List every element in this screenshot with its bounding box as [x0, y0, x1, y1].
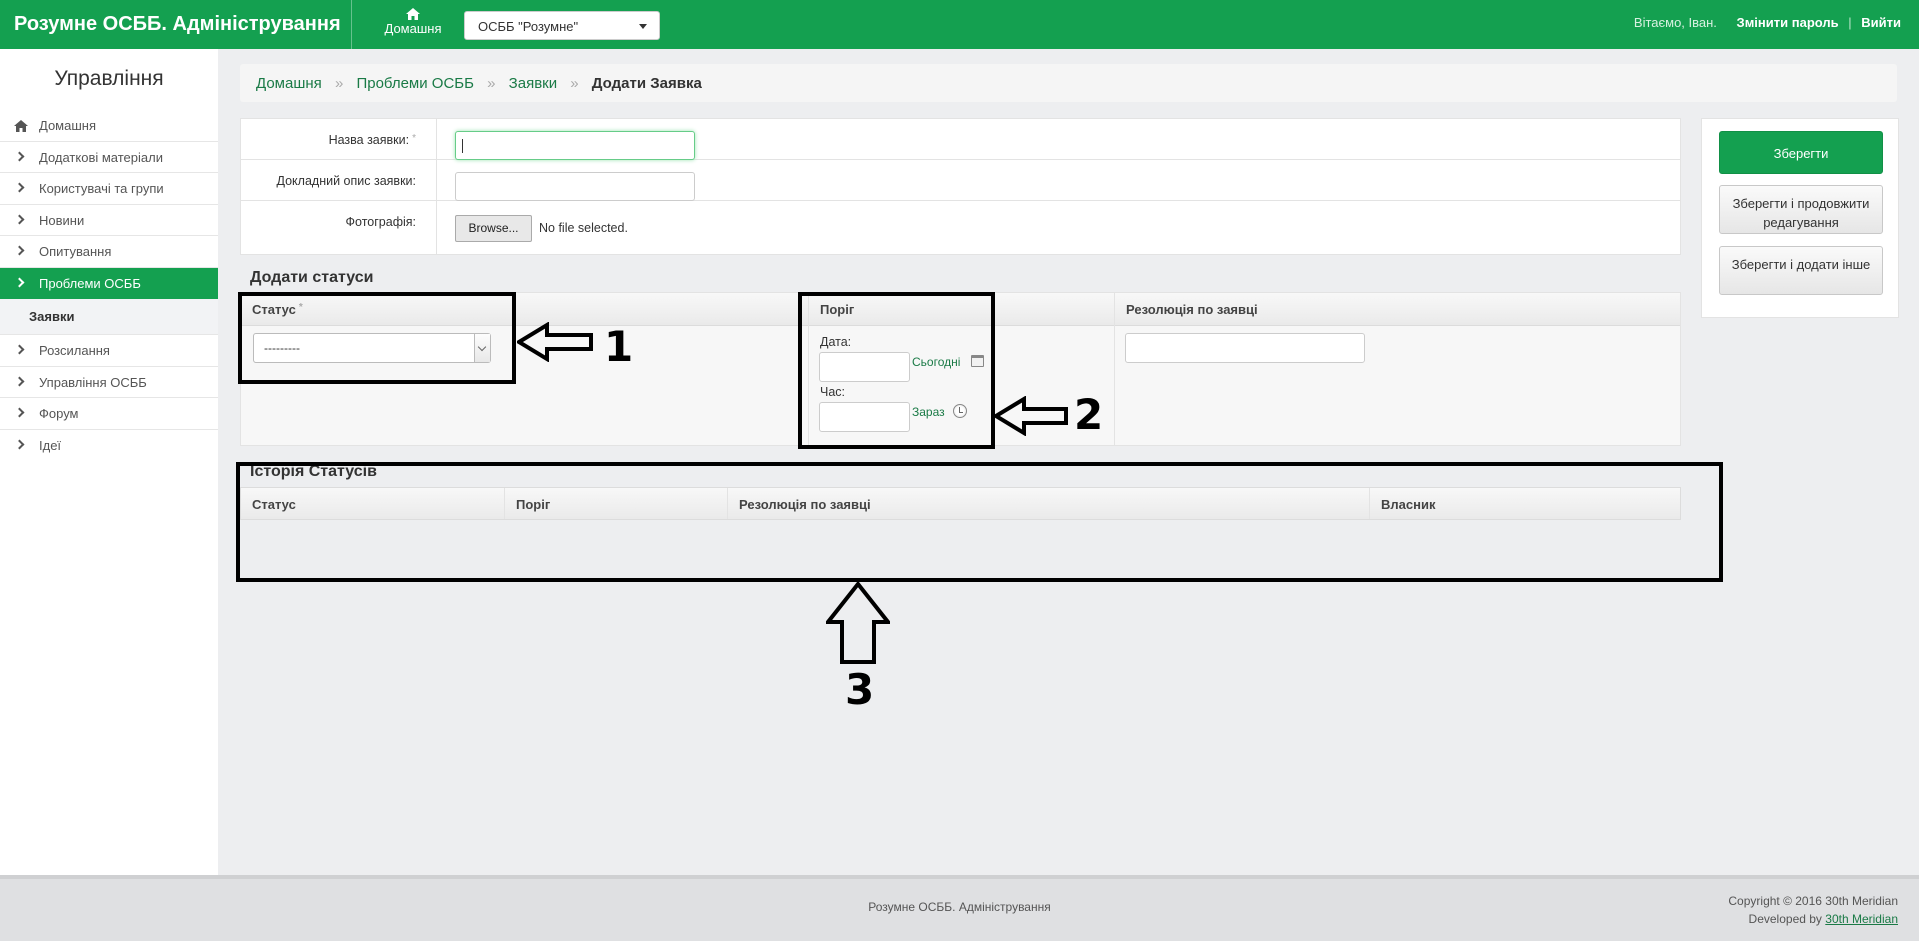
footer: Розумне ОСББ. Адміністрування Copyright …: [0, 875, 1919, 941]
home-icon: [406, 8, 420, 20]
sidebar-item-home[interactable]: Домашня: [0, 110, 218, 142]
actions-panel: Зберегти Зберегти і продовжити редагуван…: [1701, 118, 1899, 318]
sidebar-item-materials[interactable]: Додаткові матеріали: [0, 142, 218, 173]
chevron-right-icon: [14, 182, 25, 193]
sidebar-item-osbb-management[interactable]: Управління ОСББ: [0, 367, 218, 398]
title-input[interactable]: [455, 131, 695, 160]
chevron-right-icon: [14, 439, 25, 449]
annotation-number-1: 1: [604, 322, 634, 371]
annotation-box-3: [236, 462, 1723, 582]
copyright-text: Copyright © 2016 30th Meridian: [1728, 894, 1898, 908]
footer-title: Розумне ОСББ. Адміністрування: [868, 900, 1051, 914]
sidebar-subitem-requests[interactable]: Заявки: [0, 299, 218, 335]
sidebar-item-label: Ідеї: [39, 437, 62, 453]
sidebar-item-users-groups[interactable]: Користувачі та групи: [0, 173, 218, 205]
col-resolution: Резолюція по заявці: [1126, 302, 1258, 317]
caret-down-icon: [639, 24, 647, 29]
add-statuses-title: Додати статуси: [250, 269, 374, 286]
arrow-left-icon: [517, 322, 593, 362]
chevron-right-icon: [14, 151, 25, 161]
header-home-link[interactable]: Домашня: [380, 8, 446, 36]
sidebar-item-polls[interactable]: Опитування: [0, 236, 218, 268]
sidebar-item-label: Розсилання: [39, 343, 110, 358]
browse-button[interactable]: Browse...: [455, 215, 532, 242]
description-input[interactable]: [455, 172, 695, 201]
osbb-dropdown-value: ОСББ "Розумне": [478, 19, 579, 34]
breadcrumb-separator: »: [334, 75, 344, 92]
home-icon: [14, 120, 28, 132]
chevron-right-icon: [14, 344, 25, 355]
breadcrumb-home[interactable]: Домашня: [256, 75, 322, 92]
chevron-right-icon: [14, 277, 25, 287]
request-form: Назва заявки: * Докладний опис заявки: Фо…: [240, 118, 1681, 255]
brand-title[interactable]: Розумне ОСББ. Адміністрування: [14, 13, 341, 36]
chevron-right-icon: [14, 245, 25, 256]
developed-by-line: Developed by 30th Meridian: [1728, 910, 1898, 928]
title-label: Назва заявки: *: [241, 133, 416, 147]
sidebar-item-mailing[interactable]: Розсилання: [0, 335, 218, 367]
sidebar: Управління Домашня Додаткові матеріали К…: [0, 49, 218, 875]
logout-link[interactable]: Вийти: [1861, 15, 1901, 30]
description-label: Докладний опис заявки:: [276, 174, 417, 188]
chevron-right-icon: [14, 407, 25, 418]
user-tools: Вітаємо, Іван. Змінити пароль | Вийти: [1634, 15, 1901, 30]
sidebar-item-label: Опитування: [39, 244, 112, 259]
sidebar-title: Управління: [54, 67, 164, 90]
header-home-label: Домашня: [384, 21, 442, 36]
breadcrumb-problems[interactable]: Проблеми ОСББ: [356, 75, 474, 92]
save-button[interactable]: Зберегти: [1719, 131, 1883, 174]
annotation-number-3: 3: [845, 665, 875, 714]
sidebar-item-forum[interactable]: Форум: [0, 398, 218, 430]
osbb-dropdown[interactable]: ОСББ "Розумне": [464, 11, 660, 40]
save-continue-button[interactable]: Зберегти і продовжити редагування: [1719, 185, 1883, 234]
arrow-left-icon: [994, 396, 1068, 436]
sidebar-item-label: Новини: [39, 212, 85, 228]
column-divider: [1114, 293, 1115, 445]
breadcrumb-separator: »: [570, 75, 579, 92]
annotation-number-2: 2: [1074, 390, 1104, 439]
sidebar-item-label: Форум: [39, 406, 79, 421]
annotation-box-1: [238, 292, 516, 384]
sidebar-item-label: Додаткові матеріали: [39, 149, 163, 165]
annotation-box-2: [798, 292, 995, 449]
chevron-right-icon: [14, 376, 25, 386]
welcome-text: Вітаємо, Іван.: [1633, 15, 1717, 30]
breadcrumb-separator: »: [487, 75, 496, 92]
sidebar-item-problems[interactable]: Проблеми ОСББ: [0, 267, 218, 299]
resolution-input[interactable]: [1125, 333, 1365, 363]
footer-credits: Copyright © 2016 30th Meridian Developed…: [1728, 892, 1898, 928]
chevron-right-icon: [14, 214, 25, 224]
change-password-link[interactable]: Змінити пароль: [1737, 15, 1839, 30]
sidebar-item-news[interactable]: Новини: [0, 205, 218, 236]
file-status: No file selected.: [539, 221, 628, 235]
save-add-another-button[interactable]: Зберегти і додати інше: [1719, 246, 1883, 295]
developer-link[interactable]: 30th Meridian: [1825, 912, 1898, 926]
breadcrumb-current: Додати Заявка: [591, 75, 702, 92]
breadcrumb-requests[interactable]: Заявки: [509, 75, 557, 92]
top-bar: Розумне ОСББ. Адміністрування Домашня ОС…: [0, 0, 1919, 49]
sidebar-item-ideas[interactable]: Ідеї: [0, 430, 218, 462]
breadcrumb: Домашня » Проблеми ОСББ » Заявки » Додат…: [240, 64, 1897, 102]
required-mark: *: [412, 133, 416, 144]
header-divider: [351, 0, 352, 49]
arrow-up-icon: [826, 582, 890, 664]
sidebar-item-label: Управління ОСББ: [39, 374, 147, 390]
developed-by-text: Developed by: [1748, 912, 1822, 926]
sidebar-item-label: Домашня: [39, 118, 96, 133]
title-label-text: Назва заявки:: [328, 133, 410, 147]
user-tools-separator: |: [1848, 15, 1852, 30]
sidebar-item-label: Користувачі та групи: [39, 181, 164, 196]
sidebar-item-label: Проблеми ОСББ: [39, 275, 141, 291]
photo-label: Фотографія:: [345, 215, 416, 229]
